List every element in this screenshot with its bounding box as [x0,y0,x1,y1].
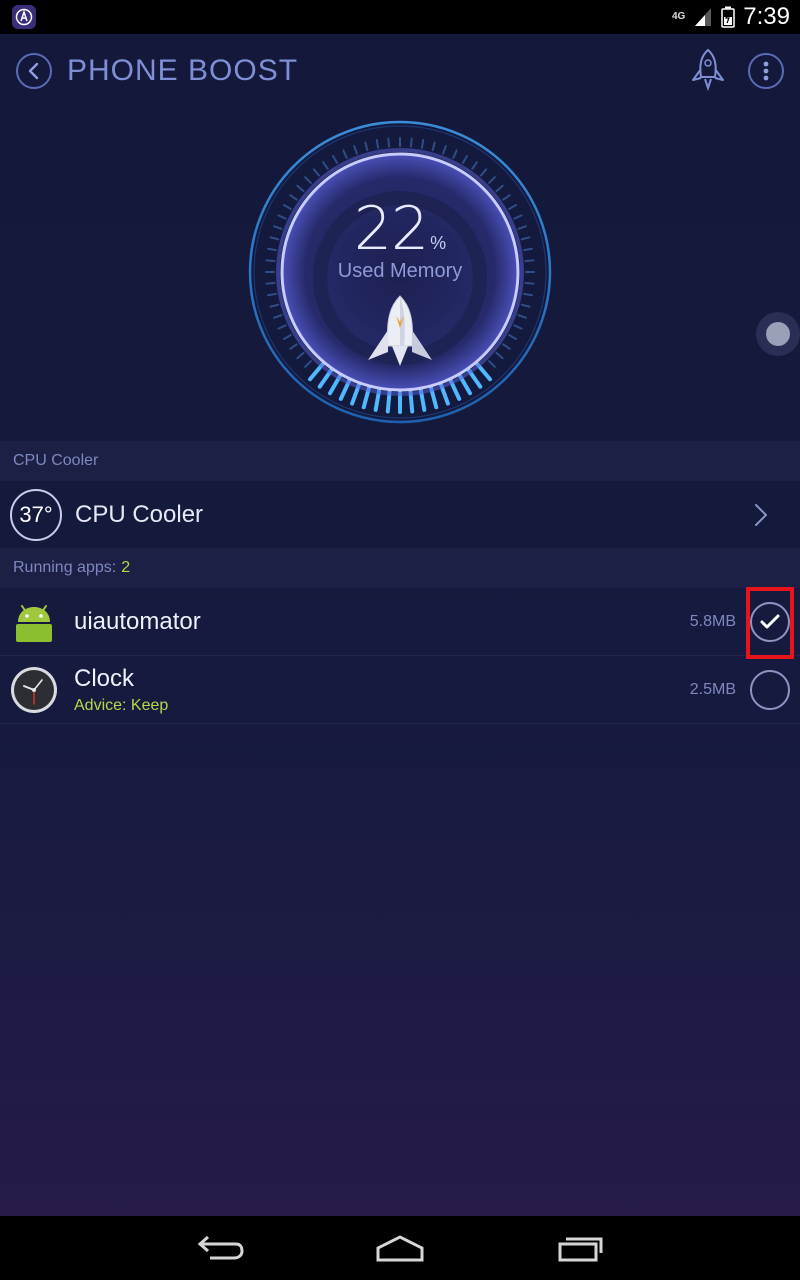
running-apps-label: Running apps: [13,559,117,576]
android-icon [10,598,58,646]
cpu-cooler-row[interactable]: 37° CPU Cooler [0,481,800,548]
app-row-clock[interactable]: Clock Advice: Keep 2.5MB [0,657,800,724]
app-text: uiautomator [74,608,201,636]
app-row-uiautomator[interactable]: uiautomator 5.8MB [0,589,800,656]
gauge-tick [420,139,425,149]
cpu-section-header: CPU Cooler [0,441,800,481]
app-advice: Advice: Keep [74,697,169,714]
back-button[interactable] [16,53,52,89]
gauge-tick [523,292,533,297]
gauge-tick [267,292,277,297]
app-name: Clock [74,665,135,692]
gauge-tick [265,281,276,285]
signal-icon [695,8,712,26]
navigation-bar [0,1216,800,1280]
floating-assistant-button[interactable] [756,312,800,356]
page-title: PHONE BOOST [67,54,299,87]
status-right: 4G 7:39 [672,3,790,31]
used-memory-label: Used Memory [337,260,463,282]
clock-icon [10,666,58,714]
running-apps-count: 2 [121,559,131,576]
app-size: 5.8MB [689,613,736,630]
app-header: PHONE BOOST [0,34,800,108]
gauge-value: 22% [246,194,554,264]
chevron-left-icon [28,62,39,80]
selection-highlight [746,587,794,659]
home-icon [376,1235,424,1262]
rocket-illustration-icon [368,295,432,366]
running-apps-header: Running apps: 2 [0,548,800,588]
nav-recents-button[interactable] [540,1223,620,1273]
cpu-cooler-label: CPU Cooler [75,500,204,528]
cpu-section-title: CPU Cooler [13,452,99,469]
nav-back-button[interactable] [180,1223,260,1273]
app-name: uiautomator [74,608,201,635]
status-left [12,5,36,29]
clock-time: 7:39 [743,3,790,30]
memory-gauge[interactable]: 22% Used Memory [246,118,554,426]
back-arrow-icon [197,1235,244,1260]
app-notification-icon [12,5,36,29]
status-bar: 4G 7:39 [0,0,800,34]
cpu-temperature: 37° [19,501,53,527]
floating-dot-icon [766,322,790,346]
recents-icon [558,1237,603,1262]
app-select-checkbox[interactable] [750,670,790,710]
network-type: 4G [671,11,686,22]
gauge-tick [375,139,380,149]
boost-rocket-button[interactable] [688,47,728,96]
nav-home-button[interactable] [360,1223,440,1273]
battery-icon [721,6,736,28]
app-size: 2.5MB [689,681,736,698]
gauge-tick [409,137,413,148]
percent-unit: % [430,233,447,253]
chevron-right-icon [755,503,767,526]
more-options-button[interactable] [748,53,784,89]
header-actions [688,47,784,96]
more-vert-icon [763,61,769,81]
memory-percent: 22 [353,194,429,264]
temperature-badge: 37° [10,488,62,541]
gauge-tick [524,281,535,285]
gauge-tick [387,137,391,148]
app-text: Clock Advice: Keep [74,665,168,715]
rocket-icon [692,48,724,91]
